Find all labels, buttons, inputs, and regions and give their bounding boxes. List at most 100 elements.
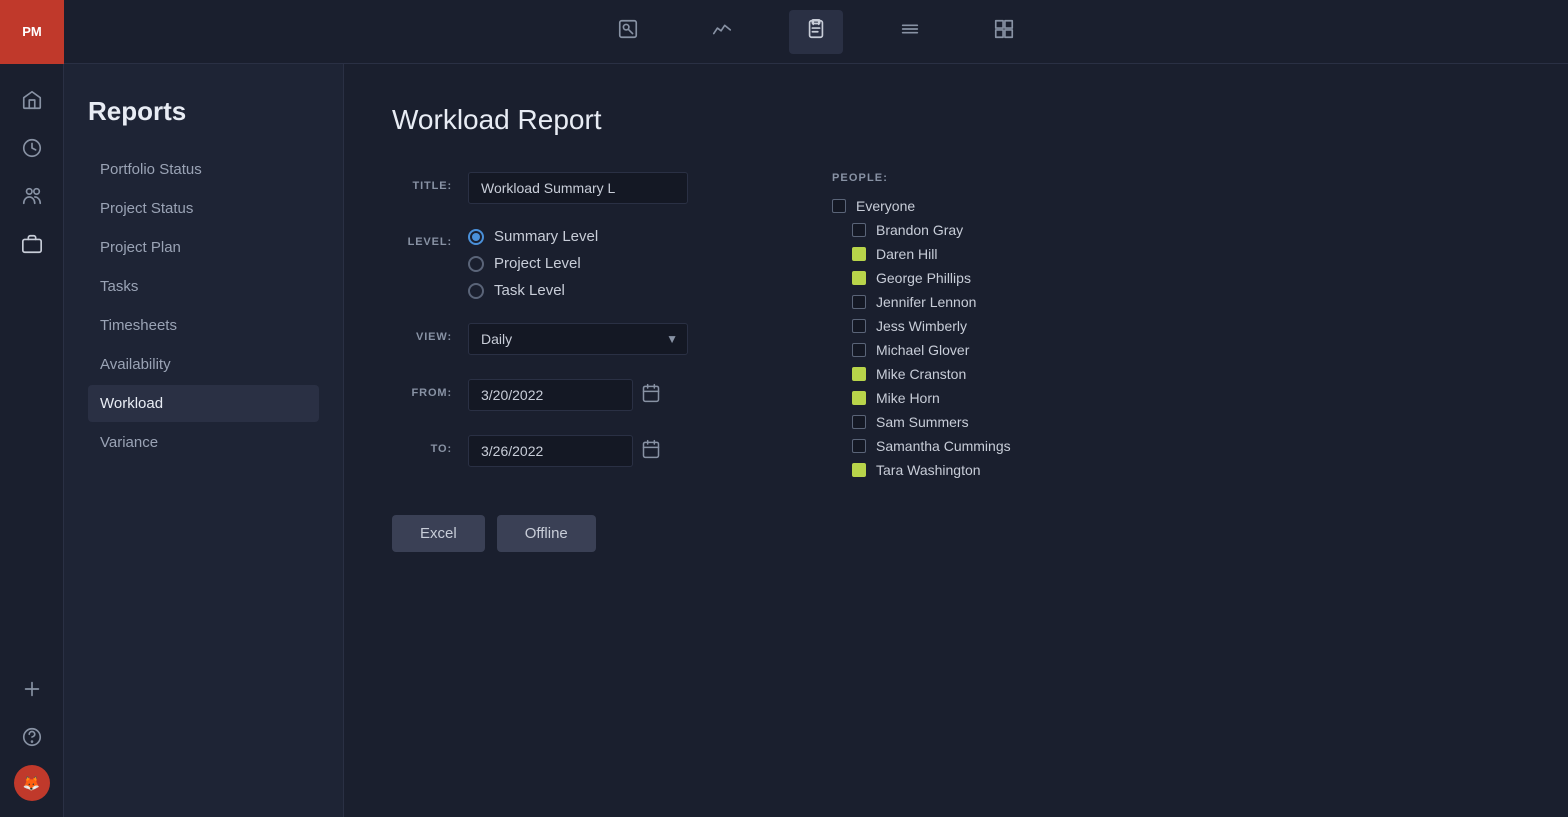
- person-checkbox[interactable]: [852, 295, 866, 309]
- sidebar-item-home[interactable]: [12, 80, 52, 120]
- sidebar-item-history[interactable]: [12, 128, 52, 168]
- view-row: VIEW: Daily Weekly Monthly ▼: [392, 323, 752, 355]
- level-label: LEVEL:: [392, 228, 452, 248]
- person-item-samantha-cummings[interactable]: Samantha Cummings: [832, 438, 1112, 454]
- to-date-wrapper: [468, 435, 752, 467]
- top-nav-icons: [64, 10, 1568, 54]
- search-report-icon[interactable]: [601, 10, 655, 54]
- view-select[interactable]: Daily Weekly Monthly: [468, 323, 688, 355]
- reports-nav-item-project-plan[interactable]: Project Plan: [88, 229, 319, 266]
- level-row: LEVEL: Summary Level Project Level: [392, 228, 752, 299]
- person-item-jennifer-lennon[interactable]: Jennifer Lennon: [832, 294, 1112, 310]
- person-name: Mike Horn: [876, 390, 940, 406]
- app-logo[interactable]: PM: [0, 0, 64, 64]
- avatar[interactable]: 🦊: [14, 765, 50, 801]
- radio-project[interactable]: Project Level: [468, 255, 752, 272]
- help-icon[interactable]: [12, 717, 52, 757]
- main-layout: 🦊 Reports Portfolio StatusProject Status…: [0, 64, 1568, 817]
- person-item-mike-cranston[interactable]: Mike Cranston: [832, 366, 1112, 382]
- person-name: Jennifer Lennon: [876, 294, 976, 310]
- person-name: Tara Washington: [876, 462, 981, 478]
- reports-nav-item-availability[interactable]: Availability: [88, 346, 319, 383]
- top-nav: PM: [0, 0, 1568, 64]
- clipboard-icon[interactable]: [789, 10, 843, 54]
- person-name: Samantha Cummings: [876, 438, 1011, 454]
- person-color-dot: [852, 391, 866, 405]
- reports-nav-item-variance[interactable]: Variance: [88, 424, 319, 461]
- radio-task-circle: [468, 283, 484, 299]
- radio-task-label: Task Level: [494, 282, 565, 299]
- form-left: TITLE: LEVEL: Summary Level: [392, 172, 752, 552]
- reports-title: Reports: [88, 96, 319, 127]
- to-label: TO:: [392, 435, 452, 455]
- to-field: [468, 435, 752, 467]
- reports-nav-item-project-status[interactable]: Project Status: [88, 190, 319, 227]
- page-title: Workload Report: [392, 104, 1520, 136]
- person-name: Daren Hill: [876, 246, 937, 262]
- people-list: Everyone Brandon Gray Daren Hill George Phi…: [832, 198, 1112, 478]
- radio-summary-circle: [468, 229, 484, 245]
- person-checkbox[interactable]: [832, 199, 846, 213]
- add-icon[interactable]: [12, 669, 52, 709]
- form-layout: TITLE: LEVEL: Summary Level: [392, 172, 1520, 552]
- person-checkbox[interactable]: [852, 319, 866, 333]
- from-date-wrapper: [468, 379, 752, 411]
- title-field: [468, 172, 752, 204]
- to-calendar-icon[interactable]: [641, 439, 661, 464]
- reports-nav: Reports Portfolio StatusProject StatusPr…: [64, 64, 344, 817]
- sidebar-item-people[interactable]: [12, 176, 52, 216]
- person-item-brandon-gray[interactable]: Brandon Gray: [832, 222, 1112, 238]
- person-name: Brandon Gray: [876, 222, 963, 238]
- person-checkbox[interactable]: [852, 415, 866, 429]
- main-content: Workload Report TITLE: LEVEL:: [344, 64, 1568, 817]
- radio-project-circle: [468, 256, 484, 272]
- person-color-dot: [852, 463, 866, 477]
- person-name: Mike Cranston: [876, 366, 966, 382]
- person-item-everyone[interactable]: Everyone: [832, 198, 1112, 214]
- person-name: Everyone: [856, 198, 915, 214]
- person-item-michael-glover[interactable]: Michael Glover: [832, 342, 1112, 358]
- person-item-daren-hill[interactable]: Daren Hill: [832, 246, 1112, 262]
- person-checkbox[interactable]: [852, 343, 866, 357]
- person-item-tara-washington[interactable]: Tara Washington: [832, 462, 1112, 478]
- view-label: VIEW:: [392, 323, 452, 343]
- layout-icon[interactable]: [977, 10, 1031, 54]
- person-item-sam-summers[interactable]: Sam Summers: [832, 414, 1112, 430]
- sidebar-item-portfolio[interactable]: [12, 224, 52, 264]
- reports-nav-item-timesheets[interactable]: Timesheets: [88, 307, 319, 344]
- person-checkbox[interactable]: [852, 223, 866, 237]
- minus-rows-icon[interactable]: [883, 10, 937, 54]
- radio-task[interactable]: Task Level: [468, 282, 752, 299]
- to-date-input[interactable]: [468, 435, 633, 467]
- person-checkbox[interactable]: [852, 439, 866, 453]
- reports-nav-item-tasks[interactable]: Tasks: [88, 268, 319, 305]
- excel-button[interactable]: Excel: [392, 515, 485, 552]
- form-right: PEOPLE: Everyone Brandon Gray Daren Hill Ge…: [832, 172, 1112, 478]
- from-calendar-icon[interactable]: [641, 383, 661, 408]
- from-field: [468, 379, 752, 411]
- title-label: TITLE:: [392, 172, 452, 192]
- offline-button[interactable]: Offline: [497, 515, 596, 552]
- to-row: TO:: [392, 435, 752, 467]
- radio-summary-label: Summary Level: [494, 228, 598, 245]
- from-date-input[interactable]: [468, 379, 633, 411]
- person-item-mike-horn[interactable]: Mike Horn: [832, 390, 1112, 406]
- person-color-dot: [852, 367, 866, 381]
- radio-summary[interactable]: Summary Level: [468, 228, 752, 245]
- buttons-row: Excel Offline: [392, 515, 752, 552]
- person-item-jess-wimberly[interactable]: Jess Wimberly: [832, 318, 1112, 334]
- from-label: FROM:: [392, 379, 452, 399]
- view-select-wrapper: Daily Weekly Monthly ▼: [468, 323, 688, 355]
- title-input[interactable]: [468, 172, 688, 204]
- reports-nav-list: Portfolio StatusProject StatusProject Pl…: [88, 151, 319, 461]
- reports-nav-item-portfolio-status[interactable]: Portfolio Status: [88, 151, 319, 188]
- reports-nav-item-workload[interactable]: Workload: [88, 385, 319, 422]
- people-label: PEOPLE:: [832, 172, 1112, 184]
- person-name: Sam Summers: [876, 414, 969, 430]
- person-color-dot: [852, 247, 866, 261]
- analytics-icon[interactable]: [695, 10, 749, 54]
- radio-project-label: Project Level: [494, 255, 581, 272]
- left-sidebar: 🦊: [0, 64, 64, 817]
- person-item-george-phillips[interactable]: George Phillips: [832, 270, 1112, 286]
- level-field: Summary Level Project Level Task Level: [468, 228, 752, 299]
